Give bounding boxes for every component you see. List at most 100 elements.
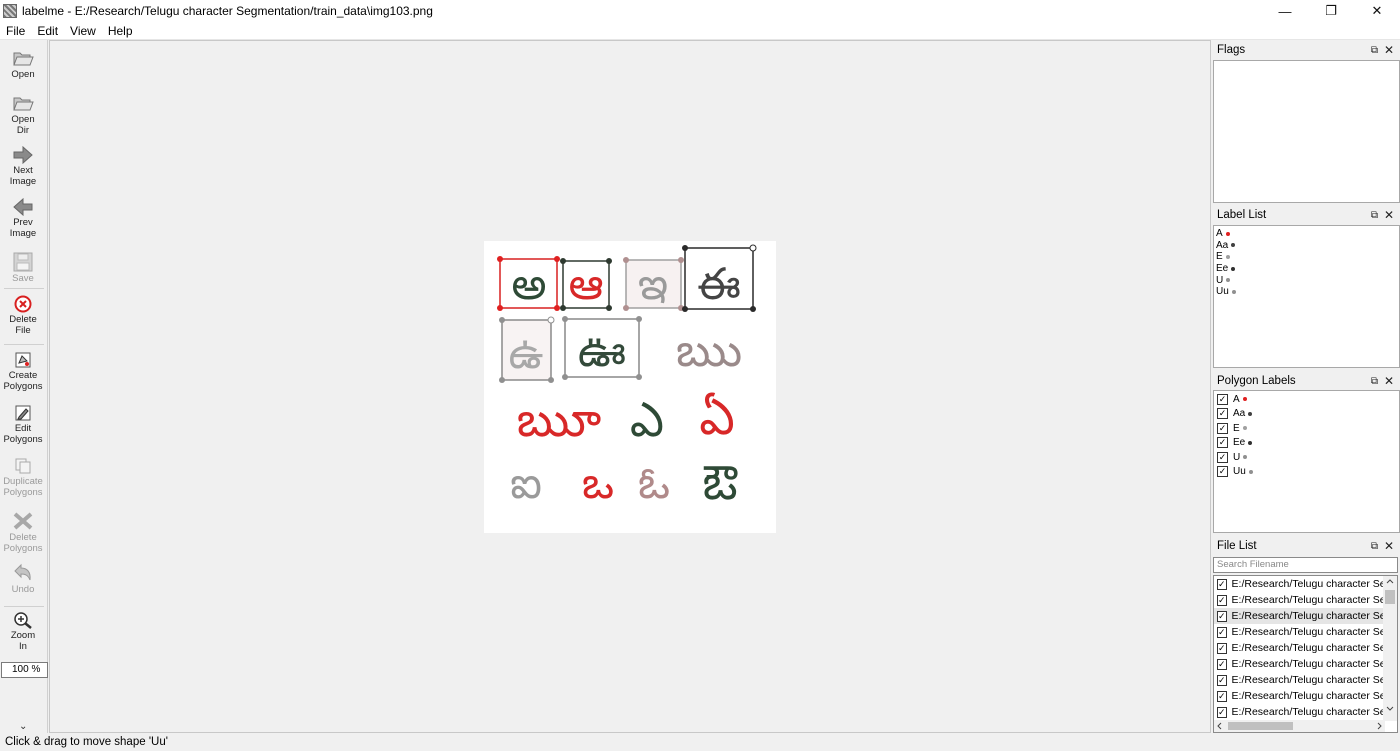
label-list-item[interactable]: A [1214, 228, 1399, 240]
canvas-area[interactable]: అ ఆ ఇ ఈ ఉ ఊ ఋ ౠ ఎ ఏ ఐ ఒ ఓ ఔ [49, 40, 1211, 733]
char-a: అ [511, 259, 546, 310]
label-list-title: Label List [1217, 209, 1267, 221]
label-list[interactable]: A Aa E Ee U Uu [1213, 225, 1400, 368]
menu-edit[interactable]: Edit [31, 24, 64, 38]
save-button[interactable]: Save [0, 252, 46, 284]
file-list-item[interactable]: ✓ E:/Research/Telugu character Se [1214, 592, 1384, 608]
folder-open-icon [13, 52, 34, 66]
scroll-left-icon [1217, 722, 1222, 730]
menu-help[interactable]: Help [102, 24, 139, 38]
polygon-label-item[interactable]: ✓ Uu [1214, 465, 1399, 480]
checkbox[interactable]: ✓ [1217, 674, 1227, 686]
checkbox[interactable]: ✓ [1217, 451, 1228, 463]
polygon-label-item[interactable]: ✓ A [1214, 392, 1399, 407]
label-color-dot [1242, 426, 1247, 431]
flags-list[interactable] [1213, 60, 1400, 203]
close-panel-icon[interactable]: ✕ [1384, 374, 1394, 388]
checkbox[interactable]: ✓ [1217, 578, 1227, 590]
close-panel-icon[interactable]: ✕ [1384, 208, 1394, 222]
float-panel-icon[interactable]: ⧉ [1371, 45, 1378, 56]
zoom-value-field[interactable]: 100 % [1, 662, 48, 678]
vertical-scrollbar[interactable] [1383, 576, 1397, 721]
file-list-item[interactable]: ✓ E:/Research/Telugu character Se [1214, 688, 1384, 704]
checkbox[interactable]: ✓ [1217, 658, 1227, 670]
flags-panel-title: Flags [1217, 44, 1246, 56]
menu-file[interactable]: File [0, 24, 31, 38]
char-ai: ఐ [510, 458, 542, 509]
char-o: ఒ [582, 458, 614, 509]
file-list-item[interactable]: ✓ E:/Research/Telugu character Se [1214, 640, 1384, 656]
checkbox[interactable]: ✓ [1217, 594, 1227, 606]
delete-x-icon [13, 512, 33, 530]
checkbox[interactable]: ✓ [1217, 706, 1227, 718]
edit-polygons-button[interactable]: Edit Polygons [0, 404, 46, 445]
delete-polygons-button[interactable]: Delete Polygons [0, 511, 46, 554]
save-label: Save [12, 273, 34, 284]
polygon-label-item[interactable]: ✓ U [1214, 450, 1399, 465]
label-list-header: Label List ⧉ ✕ [1212, 206, 1400, 224]
duplicate-polygons-button[interactable]: Duplicate Polygons [0, 457, 46, 498]
file-list-item[interactable]: ✓ E:/Research/Telugu character Se [1214, 672, 1384, 688]
label-color-dot [1248, 411, 1253, 416]
minimize-button[interactable]: — [1262, 0, 1308, 22]
checkbox[interactable]: ✓ [1217, 393, 1228, 405]
prev-image-label: Prev Image [9, 217, 37, 239]
polygon-label-item[interactable]: ✓ Ee [1214, 436, 1399, 451]
polygon-label-item[interactable]: ✓ E [1214, 421, 1399, 436]
polygon-labels-title: Polygon Labels [1217, 375, 1296, 387]
char-u: ఉ [508, 328, 543, 379]
label-list-item[interactable]: Aa [1214, 240, 1399, 252]
restore-button[interactable]: ❐ [1308, 0, 1354, 22]
create-polygons-button[interactable]: Create Polygons [0, 351, 46, 392]
label-list-item[interactable]: Uu [1214, 286, 1399, 298]
annotated-image[interactable]: అ ఆ ఇ ఈ ఉ ఊ ఋ ౠ ఎ ఏ ఐ ఒ ఓ ఔ [484, 241, 776, 533]
chevron-down-icon[interactable]: ⌄ [19, 721, 27, 732]
checkbox[interactable]: ✓ [1217, 466, 1228, 478]
label-list-item[interactable]: E [1214, 251, 1399, 263]
checkbox[interactable]: ✓ [1217, 690, 1227, 702]
close-button[interactable]: ✕ [1354, 0, 1400, 22]
checkbox[interactable]: ✓ [1217, 437, 1228, 449]
menu-view[interactable]: View [64, 24, 102, 38]
close-panel-icon[interactable]: ✕ [1384, 539, 1394, 553]
float-panel-icon[interactable]: ⧉ [1371, 376, 1378, 387]
label-list-item[interactable]: U [1214, 274, 1399, 286]
polygon-label-item[interactable]: ✓ Aa [1214, 407, 1399, 422]
open-button[interactable]: Open [0, 48, 46, 80]
file-list-item[interactable]: ✓ E:/Research/Telugu character Se [1214, 576, 1384, 592]
edit-polygons-label: Edit Polygons [3, 423, 43, 445]
float-panel-icon[interactable]: ⧉ [1371, 210, 1378, 221]
character-image-svg[interactable]: అ ఆ ఇ ఈ ఉ ఊ ఋ ౠ ఎ ఏ ఐ ఒ ఓ ఔ [484, 241, 776, 533]
close-panel-icon[interactable]: ✕ [1384, 43, 1394, 57]
undo-label: Undo [11, 584, 35, 595]
char-e: ఎ [630, 392, 664, 448]
checkbox[interactable]: ✓ [1217, 626, 1227, 638]
checkbox[interactable]: ✓ [1217, 408, 1228, 420]
char-ee: ఏ [699, 388, 735, 446]
horizontal-scrollbar[interactable] [1214, 720, 1385, 732]
undo-button[interactable]: Undo [0, 563, 46, 595]
label-color-dot [1248, 469, 1253, 474]
file-list-body: Search Filename ✓ E:/Research/Telugu char… [1212, 555, 1400, 733]
checkbox[interactable]: ✓ [1217, 610, 1227, 622]
search-filename-input[interactable]: Search Filename [1213, 557, 1398, 573]
delete-file-button[interactable]: Delete File [0, 295, 46, 336]
checkbox[interactable]: ✓ [1217, 422, 1228, 434]
checkbox[interactable]: ✓ [1217, 642, 1227, 654]
file-list-item[interactable]: ✓ E:/Research/Telugu character Se [1214, 624, 1384, 640]
file-list-item-selected[interactable]: ✓ E:/Research/Telugu character Se [1214, 608, 1384, 624]
file-list-item[interactable]: ✓ E:/Research/Telugu character Se [1214, 656, 1384, 672]
open-dir-button[interactable]: Open Dir [0, 93, 46, 136]
polygon-labels-list[interactable]: ✓ A ✓ Aa ✓ E ✓ Ee ✓ U ✓ Uu [1213, 390, 1400, 533]
prev-image-button[interactable]: Prev Image [0, 198, 46, 239]
label-list-item[interactable]: Ee [1214, 263, 1399, 275]
char-i: ఇ [638, 259, 668, 310]
next-image-button[interactable]: Next Image [0, 146, 46, 187]
edit-pencil-icon [15, 405, 31, 421]
labelme-app-icon [3, 4, 17, 18]
file-list-item[interactable]: ✓ E:/Research/Telugu character Se [1214, 704, 1384, 720]
file-list[interactable]: ✓ E:/Research/Telugu character Se ✓ E:/Res… [1213, 575, 1398, 733]
zoom-in-button[interactable]: Zoom In [0, 611, 46, 652]
float-panel-icon[interactable]: ⧉ [1371, 541, 1378, 552]
label-color-dot [1231, 266, 1236, 271]
